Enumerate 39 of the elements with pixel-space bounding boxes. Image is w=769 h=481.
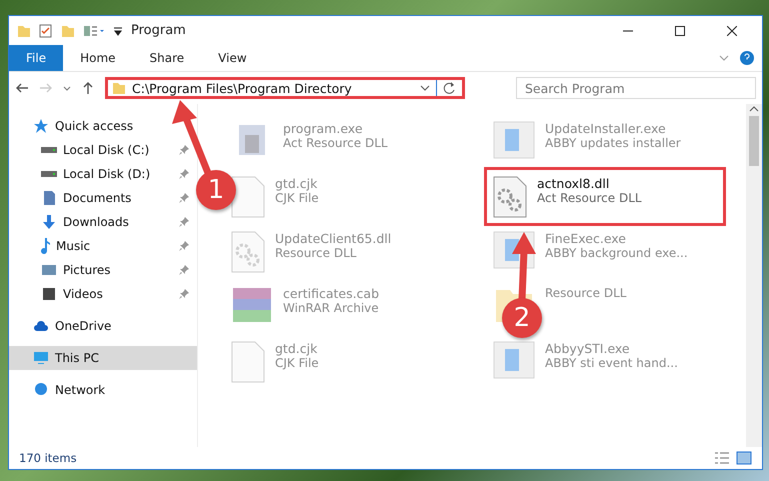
search-field[interactable]: Search Program	[516, 77, 756, 99]
file-type: Resource DLL	[275, 246, 358, 260]
ribbon-tab[interactable]: File	[9, 45, 64, 71]
ribbon-tab[interactable]: Home	[63, 45, 133, 71]
file-type: ABBY sti event hand...	[545, 356, 678, 370]
sidebar-item[interactable]: Videos	[9, 282, 197, 306]
file-name: AbbyySTI.exe	[545, 341, 631, 356]
file-name: UpdateClient65.dll	[275, 231, 392, 246]
file-name: UpdateInstaller.exe	[545, 121, 667, 136]
file-type: Act Resource DLL	[537, 191, 642, 205]
sidebar-item[interactable]: Local Disk (D:)	[9, 162, 197, 186]
sidebar-item[interactable]: Documents	[9, 186, 197, 210]
sidebar-item[interactable]: Quick access	[9, 114, 197, 138]
sidebar-item[interactable]: Local Disk (C:)	[9, 138, 197, 162]
file-name: certificates.cab	[283, 286, 380, 301]
sidebar-item[interactable]: Music	[9, 234, 197, 258]
address-bar[interactable]: C:\Program Files\Program Directory	[105, 77, 465, 99]
file-name: actnoxl8.dll	[537, 176, 610, 191]
file-name: gtd.cjk	[275, 341, 318, 356]
ribbon-tab[interactable]: Share	[132, 45, 202, 71]
sidebar-item[interactable]: Downloads	[9, 210, 197, 234]
file-type: Resource DLL	[545, 286, 626, 300]
sidebar-item[interactable]: OneDrive	[9, 314, 197, 338]
sidebar-item[interactable]: Network	[9, 378, 197, 402]
file-type: WinRAR Archive	[283, 301, 380, 315]
item-count: 170 items	[19, 451, 78, 465]
file-type: ABBY background exe...	[545, 246, 688, 260]
file-type: ABBY updates installer	[545, 136, 681, 150]
sidebar-item[interactable]: This PC	[9, 346, 197, 370]
file-type: CJK File	[275, 356, 319, 370]
file-name: gtd.cjk	[275, 176, 318, 191]
sidebar-item[interactable]: Pictures	[9, 258, 197, 282]
file-name: FineExec.exe	[545, 231, 627, 246]
ribbon-tab[interactable]: View	[201, 45, 264, 71]
file-type: Act Resource DLL	[283, 136, 388, 150]
highlighted-file-item[interactable]: actnoxl8.dll Act Resource DLL	[484, 167, 726, 226]
file-type: CJK File	[275, 191, 319, 205]
window-title: Program	[131, 23, 187, 38]
file-name: program.exe	[283, 121, 364, 136]
